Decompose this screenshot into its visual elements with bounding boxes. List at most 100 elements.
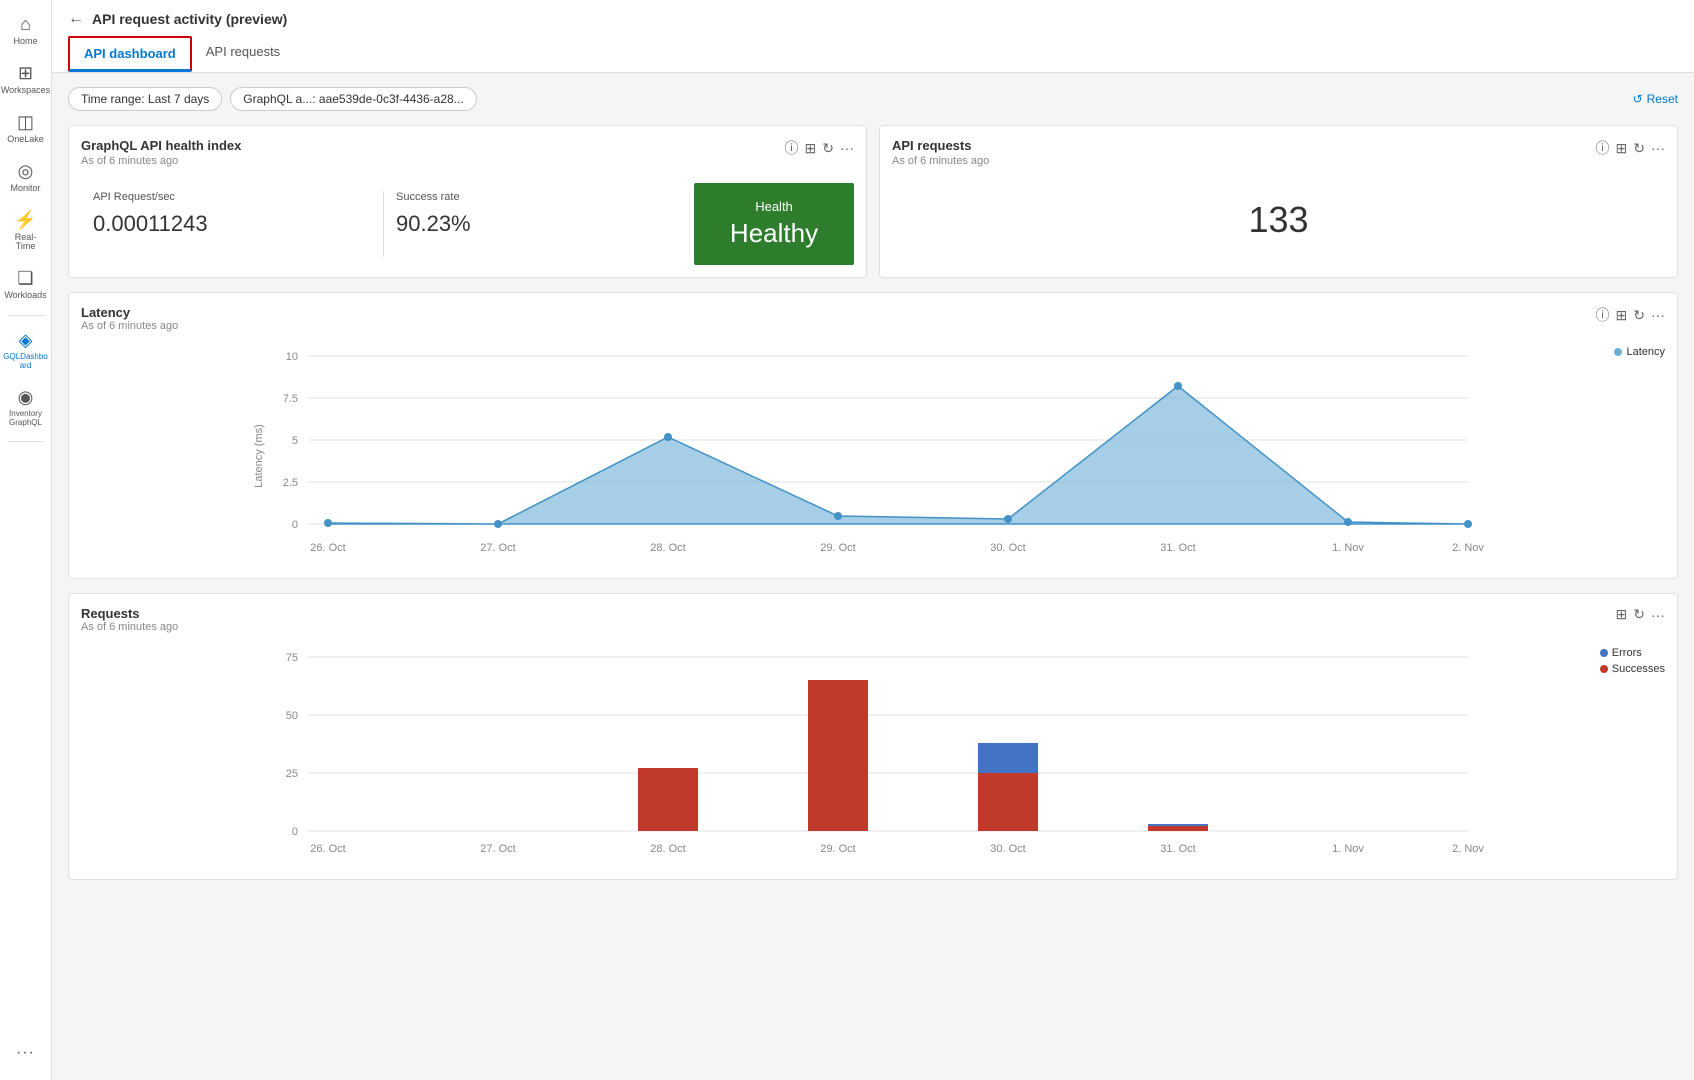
reset-button[interactable]: ↺ Reset: [1633, 92, 1678, 106]
svg-text:30. Oct: 30. Oct: [990, 843, 1025, 855]
latency-info-btn[interactable]: ⓘ: [1596, 305, 1610, 325]
home-icon: ⌂: [20, 14, 31, 35]
health-label: Health: [755, 199, 793, 214]
latency-svg: 10 7.5 5 2.5 0 Latency (ms): [81, 346, 1665, 566]
svg-text:25: 25: [286, 768, 298, 780]
tab-api-dashboard[interactable]: API dashboard: [68, 36, 192, 72]
info-icon-btn-2[interactable]: ⓘ: [1596, 138, 1610, 158]
success-rate-value: 90.23%: [396, 211, 674, 237]
sidebar-item-gqldashboard[interactable]: ◈ GQLDashbo ard: [2, 324, 50, 377]
api-requests-number: 133: [892, 179, 1665, 261]
requests-chart-container: Errors Successes 75 50 25 0: [81, 647, 1665, 867]
cards-row: GraphQL API health index As of 6 minutes…: [68, 125, 1678, 278]
requests-svg: 75 50 25 0: [81, 647, 1665, 867]
api-requests-card: API requests As of 6 minutes ago ⓘ ⊞ ↻ ·…: [879, 125, 1678, 278]
svg-text:0: 0: [292, 826, 298, 838]
tab-bar: API dashboard API requests: [68, 36, 1678, 72]
latency-chart-container: Latency 10 7.5 5 2.5 0: [81, 346, 1665, 566]
sidebar-divider: [8, 315, 44, 316]
health-badge: Health Healthy: [694, 183, 854, 265]
sidebar-item-realtime[interactable]: ⚡ Real-Time: [2, 204, 50, 259]
requests-chart-title: Requests: [81, 606, 178, 621]
health-card-header: GraphQL API health index As of 6 minutes…: [81, 138, 854, 179]
errors-legend-dot: [1600, 649, 1608, 657]
latency-chart-actions: ⓘ ⊞ ↻ ···: [1596, 305, 1665, 325]
svg-text:5: 5: [292, 435, 298, 447]
latency-refresh-btn[interactable]: ↻: [1633, 307, 1645, 324]
monitor-icon: ◎: [18, 161, 34, 182]
api-requests-title: API requests: [892, 138, 989, 153]
sidebar-item-onelake[interactable]: ◫ OneLake: [2, 106, 50, 151]
more-icon: ···: [16, 1044, 35, 1062]
requests-refresh-btn[interactable]: ↻: [1633, 606, 1645, 623]
successes-legend-label: Successes: [1612, 663, 1665, 675]
latency-table-btn[interactable]: ⊞: [1616, 307, 1628, 324]
content-area: Time range: Last 7 days GraphQL a...: aa…: [52, 73, 1694, 1080]
realtime-icon: ⚡: [14, 210, 36, 231]
api-request-sec-metric: API Request/sec 0.00011243: [81, 183, 383, 265]
svg-text:2. Nov: 2. Nov: [1452, 542, 1484, 554]
refresh-icon-btn[interactable]: ↻: [822, 140, 834, 157]
requests-chart-actions: ⊞ ↻ ···: [1616, 606, 1665, 623]
svg-text:1. Nov: 1. Nov: [1332, 542, 1364, 554]
svg-text:0: 0: [292, 519, 298, 531]
sidebar-divider-2: [8, 441, 44, 442]
health-metrics: API Request/sec 0.00011243 Success rate …: [81, 183, 854, 265]
svg-text:31. Oct: 31. Oct: [1160, 843, 1195, 855]
sidebar-item-workspaces[interactable]: ⊞ Workspaces: [2, 57, 50, 102]
svg-text:2.5: 2.5: [283, 477, 298, 489]
svg-text:31. Oct: 31. Oct: [1160, 542, 1195, 554]
refresh-icon-btn-2[interactable]: ↻: [1633, 140, 1645, 157]
errors-legend-item: Errors: [1600, 647, 1665, 659]
sidebar-item-label: Monitor: [10, 184, 40, 194]
health-value: Healthy: [730, 218, 818, 249]
sidebar-item-workloads[interactable]: ❏ Workloads: [2, 262, 50, 307]
latency-legend-dot: [1614, 348, 1622, 356]
svg-text:10: 10: [286, 351, 298, 363]
workspaces-icon: ⊞: [18, 63, 33, 84]
table-icon-btn-2[interactable]: ⊞: [1616, 140, 1628, 157]
requests-chart-subtitle: As of 6 minutes ago: [81, 621, 178, 633]
latency-legend-label: Latency: [1626, 346, 1665, 358]
sidebar-item-monitor[interactable]: ◎ Monitor: [2, 155, 50, 200]
health-card-subtitle: As of 6 minutes ago: [81, 155, 241, 167]
latency-chart-title: Latency: [81, 305, 178, 320]
bar-31oct-successes: [1148, 826, 1208, 831]
more-icon-btn-2[interactable]: ···: [1651, 140, 1665, 156]
svg-text:Latency (ms): Latency (ms): [253, 424, 265, 488]
success-rate-label: Success rate: [396, 191, 674, 203]
requests-more-btn[interactable]: ···: [1651, 607, 1665, 623]
table-icon-btn[interactable]: ⊞: [805, 140, 817, 157]
bar-29oct-successes: [808, 680, 868, 831]
health-index-card: GraphQL API health index As of 6 minutes…: [68, 125, 867, 278]
requests-table-btn[interactable]: ⊞: [1616, 606, 1628, 623]
api-request-sec-label: API Request/sec: [93, 191, 371, 203]
graphql-api-filter[interactable]: GraphQL a...: aae539de-0c3f-4436-a28...: [230, 87, 476, 111]
api-requests-subtitle: As of 6 minutes ago: [892, 155, 989, 167]
health-card-title: GraphQL API health index: [81, 138, 241, 153]
svg-text:26. Oct: 26. Oct: [310, 542, 345, 554]
time-range-filter[interactable]: Time range: Last 7 days: [68, 87, 222, 111]
latency-legend: Latency: [1614, 346, 1665, 358]
more-icon-btn[interactable]: ···: [840, 140, 854, 156]
tab-api-requests[interactable]: API requests: [192, 36, 294, 72]
svg-text:75: 75: [286, 652, 298, 664]
sidebar-more[interactable]: ···: [2, 1038, 50, 1068]
workloads-icon: ❏: [17, 268, 33, 289]
successes-legend-item: Successes: [1600, 663, 1665, 675]
svg-text:50: 50: [286, 710, 298, 722]
svg-text:29. Oct: 29. Oct: [820, 542, 855, 554]
svg-text:28. Oct: 28. Oct: [650, 843, 685, 855]
sidebar-item-inventorygraphql[interactable]: ◉ Inventory GraphQL: [2, 381, 50, 434]
requests-legend: Errors Successes: [1600, 647, 1665, 675]
header: ← API request activity (preview) API das…: [52, 0, 1694, 73]
latency-more-btn[interactable]: ···: [1651, 307, 1665, 323]
sidebar: ⌂ Home ⊞ Workspaces ◫ OneLake ◎ Monitor …: [0, 0, 52, 1080]
latency-legend-item: Latency: [1614, 346, 1665, 358]
info-icon-btn[interactable]: ⓘ: [785, 138, 799, 158]
reset-icon: ↺: [1633, 92, 1643, 106]
bar-28oct-successes: [638, 768, 698, 831]
svg-text:30. Oct: 30. Oct: [990, 542, 1025, 554]
sidebar-item-home[interactable]: ⌂ Home: [2, 8, 50, 53]
back-button[interactable]: ←: [68, 10, 84, 28]
